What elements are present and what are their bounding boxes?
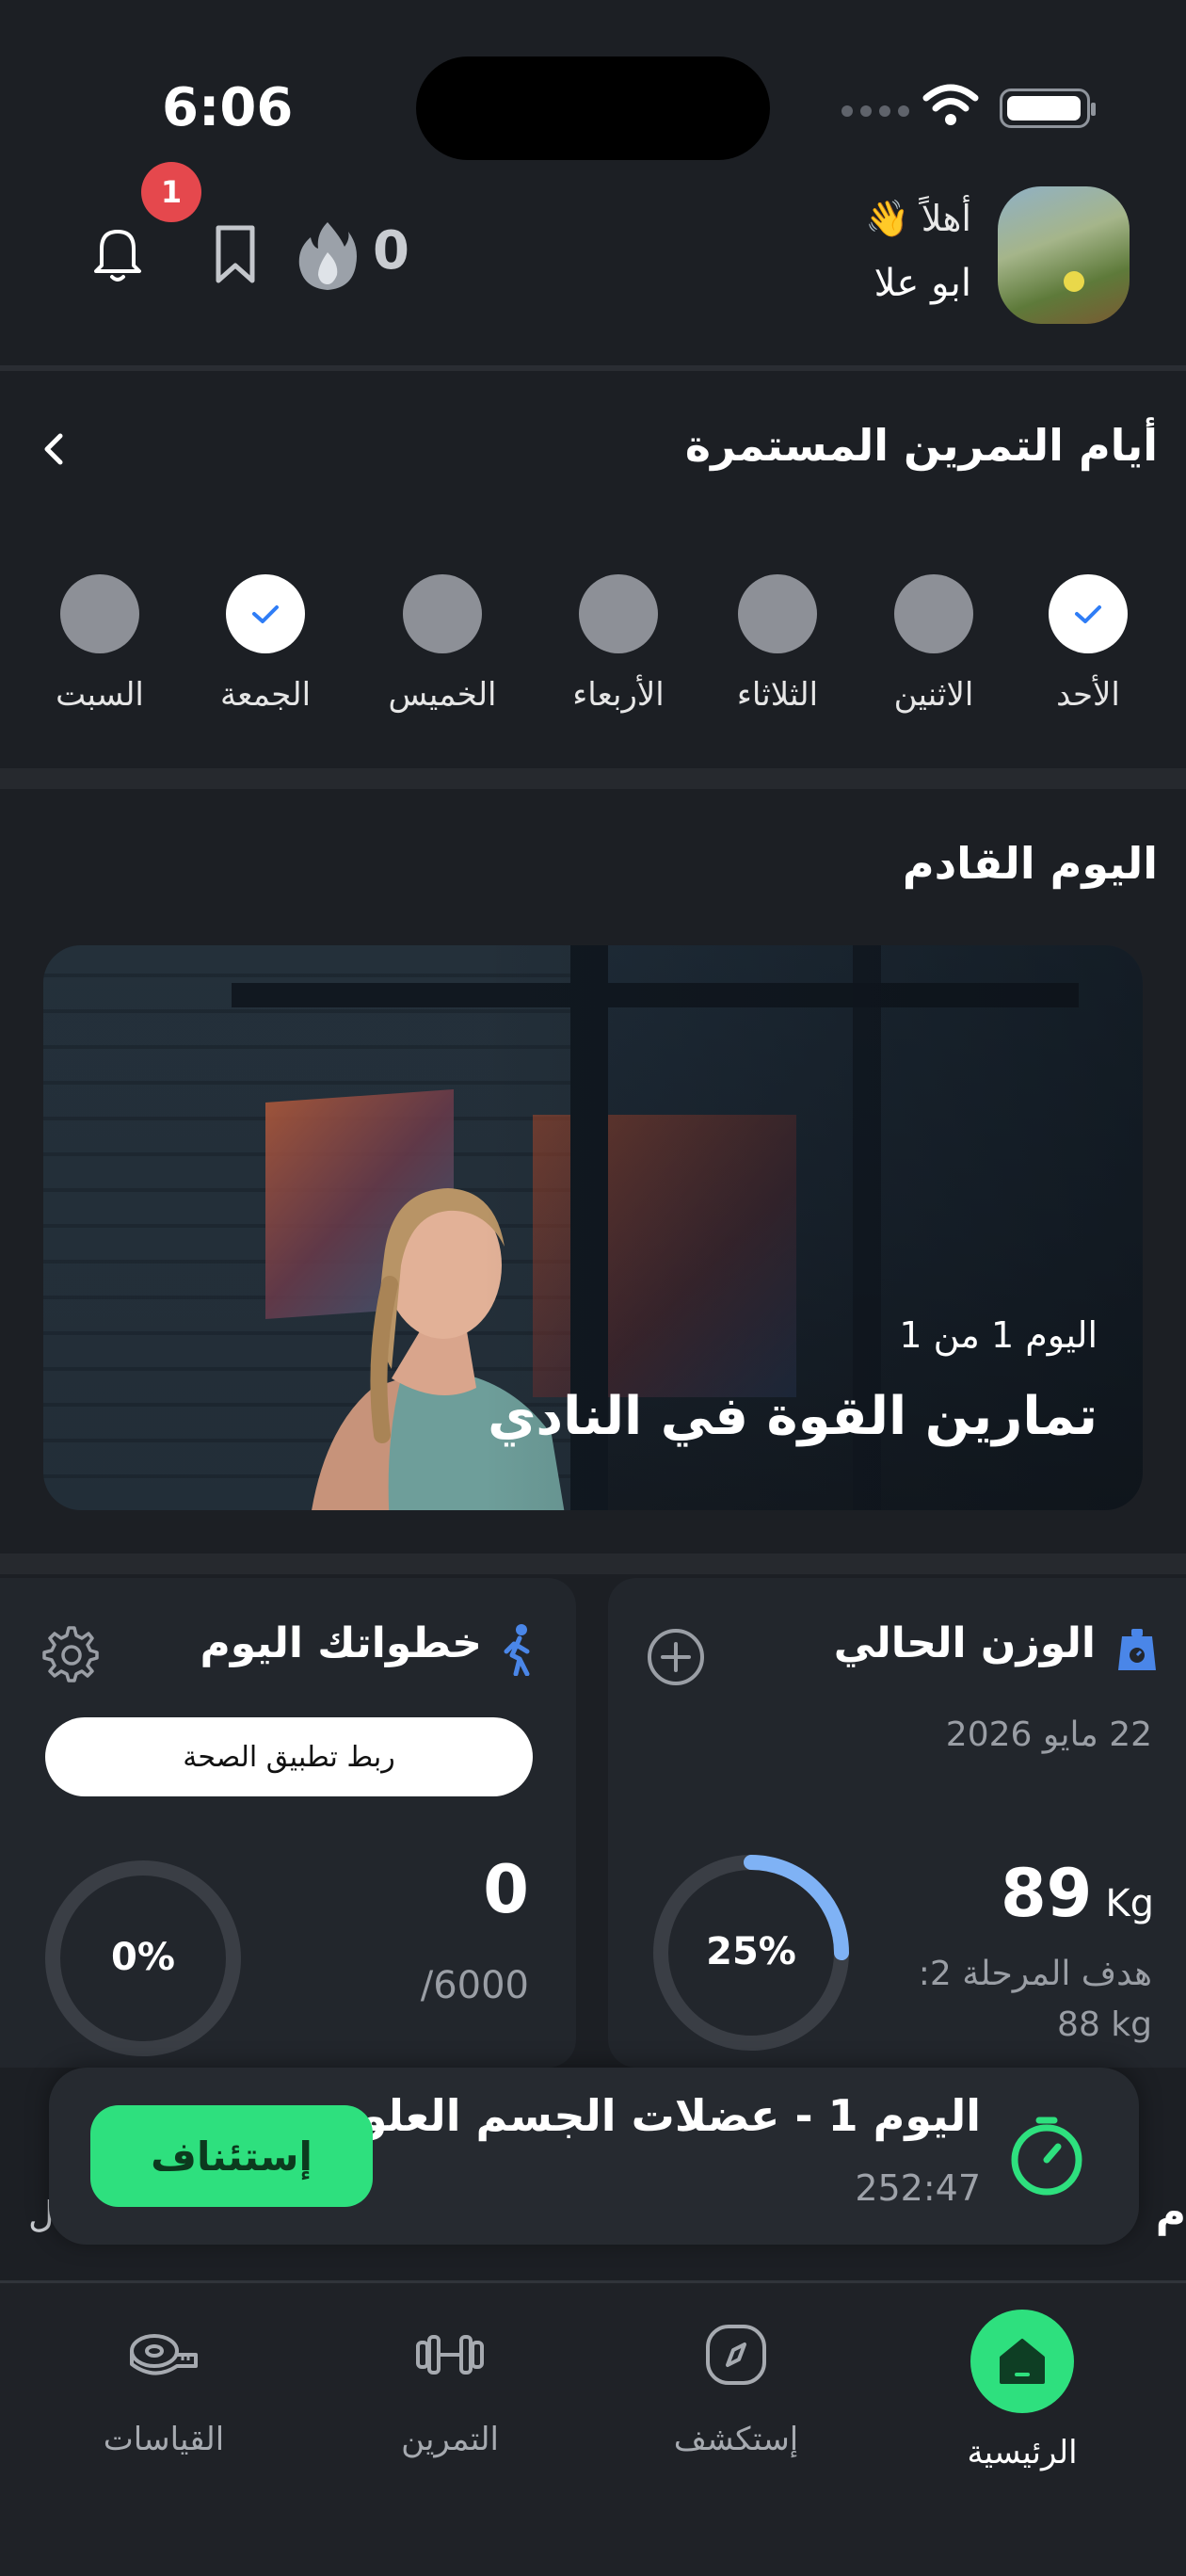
walking-icon: [504, 1624, 530, 1676]
streak-day-label: الاثنين: [893, 676, 974, 714]
nav-label: إستكشف: [673, 2421, 799, 2458]
nav-label: القياسات: [103, 2421, 225, 2458]
steps-title: خطواتك اليوم: [200, 1619, 482, 1667]
stopwatch-icon: [1011, 2117, 1082, 2196]
day-dot: [403, 574, 482, 653]
divider: [0, 1554, 1186, 1574]
streak-day: الخميس: [372, 574, 513, 714]
streak-day-label: الأربعاء: [572, 676, 665, 714]
streak-day-label: السبت: [56, 676, 144, 714]
battery-icon: [1000, 89, 1096, 128]
goal-label: هدف المرحلة 2:: [918, 1955, 1152, 1993]
streak-day: الثلاثاء: [707, 574, 848, 714]
avatar[interactable]: [998, 186, 1130, 324]
peek-text: م: [1155, 2188, 1186, 2236]
workout-card[interactable]: اليوم 1 من 1 تمارين القوة في النادي: [43, 945, 1143, 1510]
user-name: ابو علا: [873, 262, 971, 305]
flame-icon: [298, 222, 357, 290]
greeting-text: أهلاً 👋: [865, 198, 971, 239]
card-subtitle: اليوم 1 من 1: [899, 1314, 1098, 1356]
nav-explore[interactable]: إستكشف: [623, 2310, 849, 2458]
dynamic-island: [416, 56, 770, 160]
weight-title: الوزن الحالي: [833, 1619, 1096, 1667]
dumbbell-icon: [405, 2310, 495, 2400]
nav-home[interactable]: الرئيسية: [909, 2310, 1135, 2471]
check-icon: [1049, 574, 1128, 653]
weight-value: 89: [1000, 1855, 1093, 1932]
nav-workout[interactable]: التمرين: [337, 2310, 563, 2458]
goal-value: 88 kg: [1057, 2005, 1152, 2044]
notification-badge: 1: [141, 162, 201, 222]
compass-icon: [691, 2310, 781, 2400]
streak-day: السبت: [29, 574, 170, 714]
tape-measure-icon: [119, 2310, 209, 2400]
chevron-left-icon[interactable]: [38, 428, 72, 470]
weight-value-row: 89 Kg: [1001, 1855, 1154, 1932]
weight-progress-label: 25%: [706, 1930, 796, 1973]
streak-day-label: الخميس: [388, 676, 497, 714]
steps-value: 0: [483, 1851, 529, 1928]
streak-day-label: الثلاثاء: [736, 676, 819, 714]
check-icon: [226, 574, 305, 653]
streak-day-label: الأحد: [1056, 676, 1120, 714]
scale-icon: [1118, 1629, 1156, 1670]
signal-icon: [841, 105, 909, 117]
weight-unit: Kg: [1105, 1882, 1154, 1925]
bookmark-icon[interactable]: [209, 222, 262, 286]
resume-elapsed: 252:47: [855, 2167, 981, 2209]
steps-progress-label: 0%: [111, 1936, 175, 1979]
steps-card[interactable]: خطواتك اليوم ربط تطبيق الصحة 0% 0 /6000: [0, 1578, 576, 2068]
streak-day-label: الجمعة: [219, 676, 312, 714]
streak-days-title: أيام التمرين المستمرة: [684, 420, 1158, 471]
streak-count: 0: [373, 220, 409, 282]
streak-day: الاثنين: [863, 574, 1004, 714]
steps-goal: /6000: [420, 1964, 529, 2007]
nav-measurements[interactable]: القياسات: [51, 2310, 277, 2458]
day-dot: [738, 574, 817, 653]
weight-card[interactable]: الوزن الحالي 22 مايو 2026 25% 89 Kg هدف …: [608, 1578, 1186, 2068]
divider: [0, 365, 1186, 371]
home-icon: [970, 2310, 1074, 2413]
wifi-icon: [922, 84, 979, 125]
add-weight-icon[interactable]: [646, 1627, 706, 1687]
status-time: 6:06: [162, 77, 294, 138]
status-bar: 6:06: [0, 0, 1186, 169]
gear-icon[interactable]: [41, 1625, 102, 1685]
resume-button[interactable]: إستئناف: [90, 2105, 373, 2207]
weight-date: 22 مايو 2026: [945, 1715, 1152, 1754]
resume-title: اليوم 1 - عضلات الجسم العلوي: [320, 2090, 981, 2141]
bottom-nav: الرئيسية إستكشف التمرين القياسات: [0, 2280, 1186, 2576]
nav-label: التمرين: [401, 2421, 499, 2458]
connect-health-button[interactable]: ربط تطبيق الصحة: [45, 1717, 533, 1796]
streak-day: الأحد: [1018, 574, 1159, 714]
bell-icon[interactable]: [88, 222, 147, 284]
day-dot: [579, 574, 658, 653]
streak-day: الجمعة: [195, 574, 336, 714]
nav-label: الرئيسية: [967, 2434, 1078, 2471]
resume-workout-banner[interactable]: اليوم 1 - عضلات الجسم العلوي 252:47 إستئ…: [49, 2068, 1139, 2245]
day-dot: [894, 574, 973, 653]
card-title: تمارين القوة في النادي: [488, 1386, 1098, 1447]
next-day-title: اليوم القادم: [902, 838, 1158, 889]
day-dot: [60, 574, 139, 653]
divider: [0, 768, 1186, 789]
streak-day: الأربعاء: [548, 574, 689, 714]
